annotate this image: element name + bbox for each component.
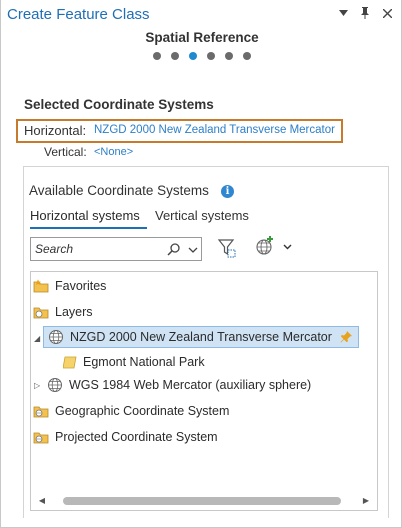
tree-item-egmont-national-park[interactable]: Egmont National Park [63, 351, 205, 373]
folder-globe-icon [33, 406, 49, 418]
available-systems-heading: Available Coordinate Systems [29, 183, 209, 198]
step-dot-3-active[interactable] [189, 52, 197, 60]
options-dropdown-icon[interactable] [337, 6, 349, 20]
step-dot-6[interactable] [243, 52, 251, 60]
horizontal-scrollbar[interactable]: ◀ ▶ [31, 492, 377, 510]
favorites-folder-icon [33, 279, 49, 293]
pane-title: Create Feature Class [7, 6, 150, 23]
tree-item-projected-coordinate-system[interactable]: Projected Coordinate System [33, 426, 218, 448]
vertical-label: Vertical: [44, 145, 87, 159]
collapse-arrow-icon[interactable]: ◢ [34, 334, 40, 343]
tree-item-layers[interactable]: Layers [33, 301, 93, 323]
create-feature-class-pane: Create Feature Class Spatial Reference S… [0, 0, 402, 528]
tree-item-favorites[interactable]: Favorites [33, 275, 106, 297]
step-dot-5[interactable] [225, 52, 233, 60]
filter-icon [217, 239, 236, 258]
close-icon[interactable] [381, 6, 393, 20]
pin-icon[interactable] [359, 6, 371, 20]
tree-item-label: NZGD 2000 New Zealand Transverse Mercato… [70, 330, 332, 344]
add-coordinate-system-button[interactable] [254, 236, 294, 258]
info-icon[interactable]: i [221, 185, 234, 198]
layers-folder-icon [33, 307, 49, 319]
expand-arrow-icon[interactable]: ▷ [34, 381, 40, 390]
chevron-down-icon[interactable] [187, 243, 199, 255]
tree-item-label: Geographic Coordinate System [55, 404, 230, 418]
pane-controls [337, 6, 393, 20]
globe-icon [48, 378, 62, 392]
folder-globe-icon [33, 432, 49, 444]
scrollbar-thumb[interactable] [63, 497, 341, 505]
step-dot-2[interactable] [171, 52, 179, 60]
search-input[interactable] [35, 241, 163, 257]
search-box [30, 237, 202, 261]
tree-item-label: Projected Coordinate System [55, 430, 218, 444]
step-dot-1[interactable] [153, 52, 161, 60]
step-indicator [1, 52, 402, 60]
polygon-layer-icon [63, 356, 77, 368]
tree-item-label: Favorites [55, 279, 107, 293]
scroll-left-icon[interactable]: ◀ [37, 495, 47, 507]
step-dot-4[interactable] [207, 52, 215, 60]
step-title: Spatial Reference [145, 30, 259, 45]
filter-button[interactable] [216, 237, 238, 259]
vertical-system-link[interactable]: <None> [94, 146, 133, 158]
tab-horizontal-systems[interactable]: Horizontal systems [30, 208, 140, 223]
tree-item-label: Layers [55, 305, 93, 319]
tab-vertical-systems[interactable]: Vertical systems [155, 208, 249, 223]
globe-icon [49, 330, 63, 344]
favorite-pin-icon[interactable] [340, 331, 352, 343]
active-tab-underline [30, 227, 147, 229]
tree-item-nzgd-2000[interactable]: NZGD 2000 New Zealand Transverse Mercato… [43, 326, 359, 348]
scroll-right-icon[interactable]: ▶ [361, 495, 371, 507]
tree-item-wgs-1984-web-mercator[interactable]: WGS 1984 Web Mercator (auxiliary sphere) [47, 374, 311, 396]
tree-item-label: WGS 1984 Web Mercator (auxiliary sphere) [69, 378, 312, 392]
horizontal-label: Horizontal: [24, 123, 87, 138]
globe-add-icon [256, 236, 292, 255]
horizontal-system-link[interactable]: NZGD 2000 New Zealand Transverse Mercato… [94, 124, 335, 136]
tree-item-label: Egmont National Park [83, 355, 205, 369]
tree-item-geographic-coordinate-system[interactable]: Geographic Coordinate System [33, 400, 229, 422]
search-icon[interactable] [167, 242, 181, 256]
selected-systems-heading: Selected Coordinate Systems [24, 97, 214, 112]
